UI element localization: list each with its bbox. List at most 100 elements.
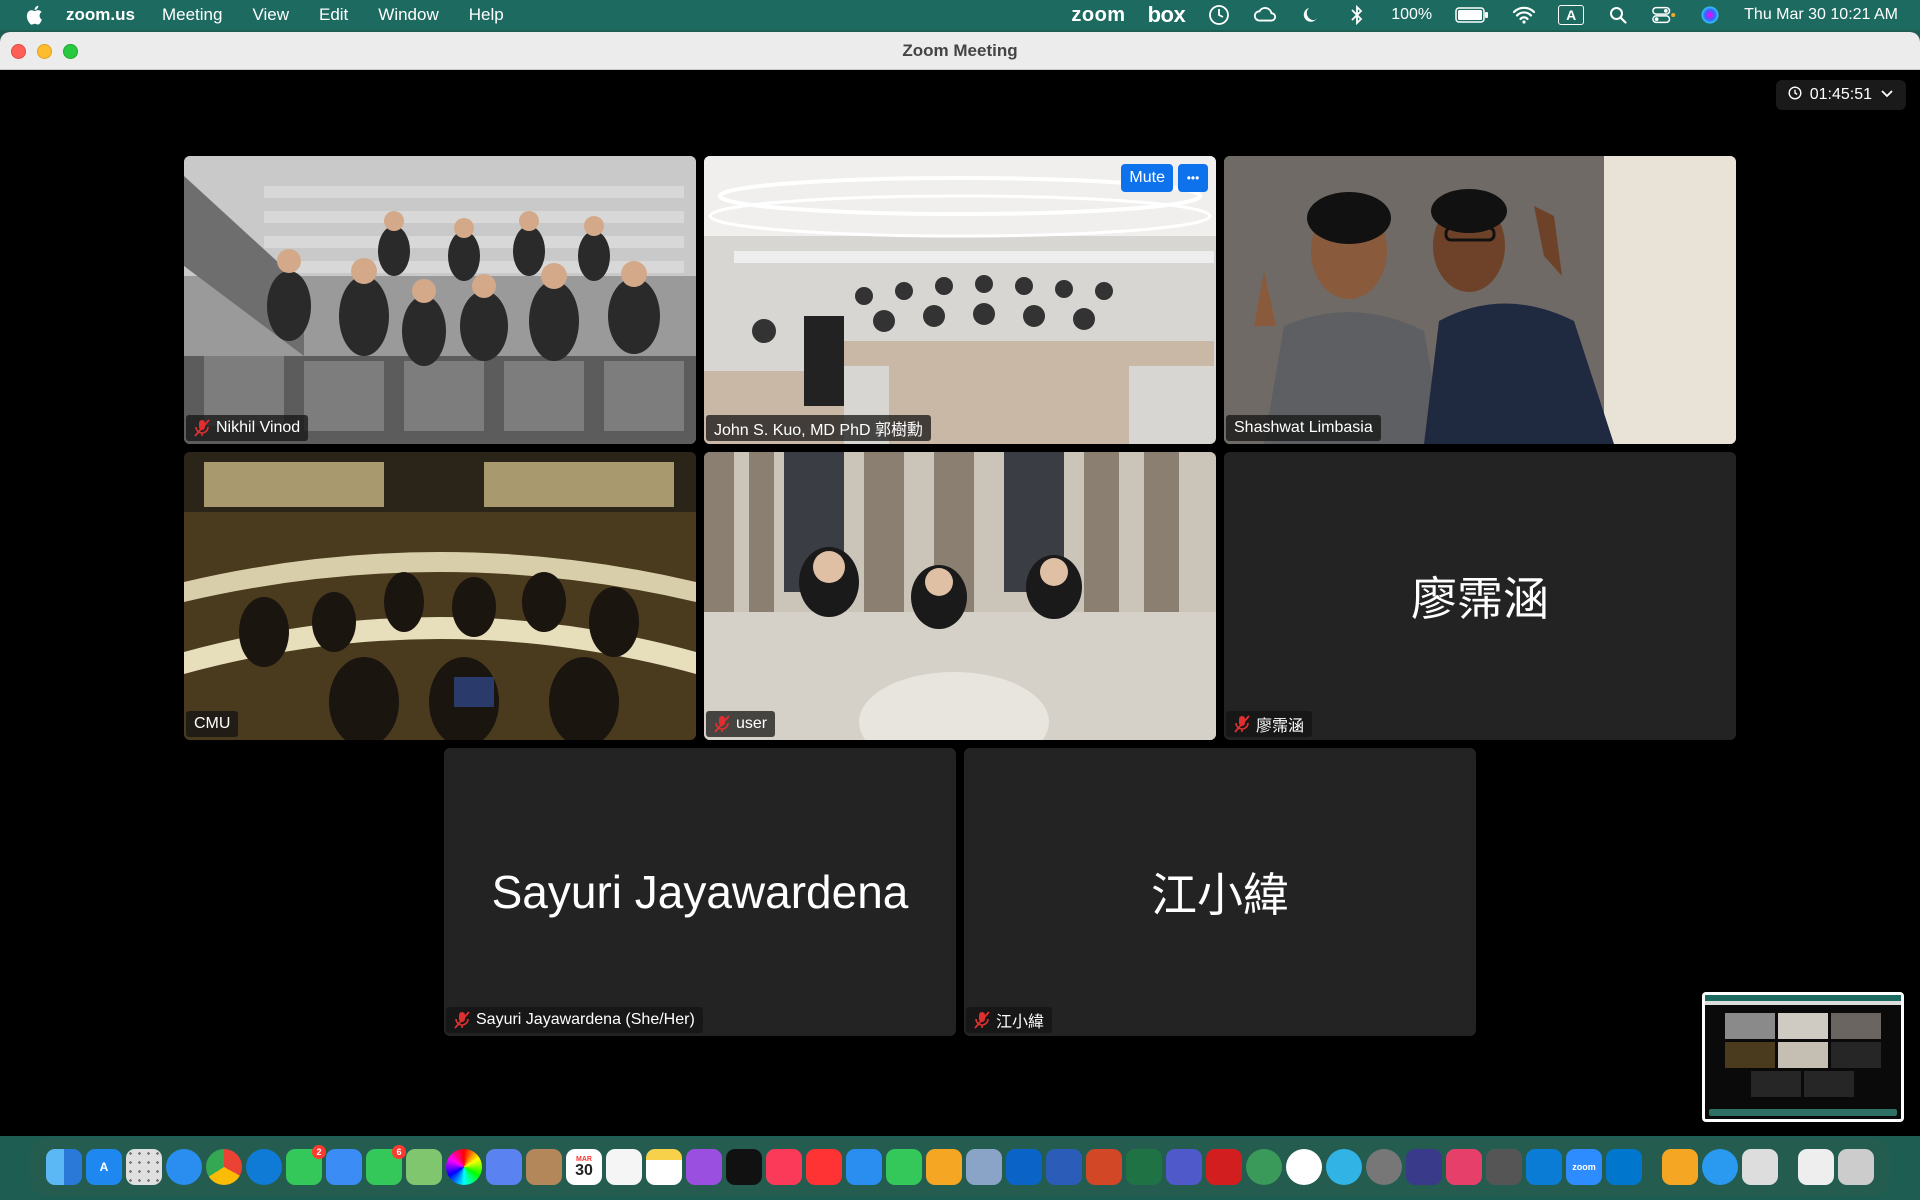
participant-display-name: Sayuri Jayawardena xyxy=(491,866,909,918)
menubar-datetime[interactable]: Thu Mar 30 10:21 AM xyxy=(1744,6,1898,24)
participant-display-name: 廖霈涵 xyxy=(1411,573,1549,625)
participant-name: Sayuri Jayawardena (She/Her) xyxy=(476,1011,695,1028)
messages-icon[interactable]: 6 xyxy=(366,1145,406,1185)
textedit-icon[interactable] xyxy=(1742,1149,1778,1185)
maps-icon[interactable] xyxy=(406,1149,442,1185)
participant-tile-jiang-xiaowei[interactable]: 江小緯 江小緯 xyxy=(964,748,1476,1036)
participant-name: John S. Kuo, MD PhD 郭樹勳 xyxy=(714,422,923,439)
chevron-down-icon[interactable] xyxy=(1880,86,1894,104)
numbers-icon[interactable] xyxy=(886,1149,922,1185)
image-capture-icon[interactable] xyxy=(486,1149,522,1185)
window-close-button[interactable] xyxy=(11,44,26,59)
calculator-icon[interactable] xyxy=(1486,1149,1522,1185)
music-icon[interactable] xyxy=(766,1149,802,1185)
siri-icon[interactable] xyxy=(1698,4,1722,26)
meeting-timer[interactable]: 01:45:51 xyxy=(1775,80,1906,110)
facetime-icon[interactable]: 2 xyxy=(286,1145,326,1185)
quicktime-icon[interactable] xyxy=(1702,1149,1738,1185)
system-settings-icon[interactable] xyxy=(1366,1149,1402,1185)
edge-icon[interactable] xyxy=(246,1149,282,1185)
photos-icon[interactable] xyxy=(446,1149,482,1185)
launchpad-icon[interactable] xyxy=(126,1149,162,1185)
battery-icon[interactable] xyxy=(1454,4,1490,26)
participant-name: CMU xyxy=(194,715,231,732)
participant-name: user xyxy=(736,715,768,732)
participant-name: 廖霈涵 xyxy=(1256,718,1305,735)
pages-icon[interactable] xyxy=(926,1149,962,1185)
input-source-indicator[interactable]: A xyxy=(1558,5,1585,25)
macos-menu-bar: zoom.us Meeting View Edit Window Help zo… xyxy=(0,0,1920,30)
safari-icon[interactable] xyxy=(166,1149,202,1185)
screenshot-thumbnail-preview[interactable] xyxy=(1702,992,1904,1122)
proxy-app-icon[interactable] xyxy=(1326,1149,1362,1185)
globe-app-icon[interactable] xyxy=(1246,1149,1282,1185)
participant-tile-nikhil-vinod[interactable]: Nikhil Vinod xyxy=(184,156,696,444)
shortcuts-icon[interactable] xyxy=(1406,1149,1442,1185)
menu-view[interactable]: View xyxy=(252,5,289,25)
menu-meeting[interactable]: Meeting xyxy=(162,5,222,25)
participant-video xyxy=(184,156,696,444)
muted-mic-icon xyxy=(974,1011,990,1029)
keynote-icon[interactable] xyxy=(846,1149,882,1185)
contacts-icon[interactable] xyxy=(526,1149,562,1185)
preview-icon[interactable] xyxy=(966,1149,1002,1185)
teams-icon[interactable] xyxy=(1166,1149,1202,1185)
downloads-stack-icon[interactable] xyxy=(1798,1149,1834,1185)
window-maximize-button[interactable] xyxy=(63,44,78,59)
participant-video xyxy=(704,452,1216,740)
creative-cloud-app-icon[interactable] xyxy=(1446,1149,1482,1185)
trash-icon[interactable] xyxy=(1838,1149,1874,1185)
participant-more-options-button[interactable]: ••• xyxy=(1178,164,1208,192)
participant-tile-cmu[interactable]: CMU xyxy=(184,452,696,740)
zoom-app-icon[interactable]: zoom xyxy=(1566,1149,1602,1185)
spotlight-search-icon[interactable] xyxy=(1606,4,1630,26)
participant-name-label: Shashwat Limbasia xyxy=(1226,415,1381,441)
calendar-icon[interactable]: MAR 30 xyxy=(566,1149,602,1185)
window-minimize-button[interactable] xyxy=(37,44,52,59)
podcasts-icon[interactable] xyxy=(686,1149,722,1185)
books-icon[interactable] xyxy=(1662,1149,1698,1185)
window-titlebar[interactable]: Zoom Meeting xyxy=(0,32,1920,70)
macos-dock: A 2 6 MAR 30 zoom xyxy=(30,1138,1890,1196)
excel-icon[interactable] xyxy=(1126,1149,1162,1185)
news-icon[interactable] xyxy=(806,1149,842,1185)
box-status-item[interactable]: box xyxy=(1148,2,1186,28)
apple-tv-icon[interactable] xyxy=(726,1149,762,1185)
participant-name-label: user xyxy=(706,711,776,737)
menu-app-name[interactable]: zoom.us xyxy=(66,5,135,25)
mail-icon[interactable] xyxy=(326,1149,362,1185)
window-title: Zoom Meeting xyxy=(902,40,1018,60)
wifi-icon[interactable] xyxy=(1512,4,1536,26)
menu-help[interactable]: Help xyxy=(469,5,504,25)
finder-icon[interactable] xyxy=(46,1149,82,1185)
zoom-meeting-window: Zoom Meeting 01:45:51 Nikhil Vinod Mute … xyxy=(0,32,1920,1136)
apple-icon[interactable] xyxy=(24,5,44,25)
powerpoint-icon[interactable] xyxy=(1086,1149,1122,1185)
clock-app-icon[interactable] xyxy=(1286,1149,1322,1185)
menu-window[interactable]: Window xyxy=(378,5,438,25)
outlook-icon[interactable] xyxy=(1006,1149,1042,1185)
participant-tile-sayuri-jayawardena[interactable]: Sayuri Jayawardena Sayuri Jayawardena (S… xyxy=(444,748,956,1036)
creative-cloud-icon[interactable] xyxy=(1253,4,1277,26)
control-center-icon[interactable] xyxy=(1652,4,1676,26)
participant-name-label: 廖霈涵 xyxy=(1226,711,1313,737)
participant-tile-shashwat-limbasia[interactable]: Shashwat Limbasia xyxy=(1224,156,1736,444)
webex-icon[interactable] xyxy=(1606,1149,1642,1185)
participant-mute-button[interactable]: Mute xyxy=(1121,164,1173,192)
zoom-status-item[interactable]: zoom xyxy=(1071,4,1125,27)
menu-edit[interactable]: Edit xyxy=(319,5,348,25)
participant-tile-user[interactable]: user xyxy=(704,452,1216,740)
muted-mic-icon xyxy=(1234,715,1250,733)
focus-moon-icon[interactable] xyxy=(1299,4,1323,26)
word-icon[interactable] xyxy=(1046,1149,1082,1185)
bluetooth-icon[interactable] xyxy=(1345,4,1369,26)
participant-tile-john-kuo[interactable]: Mute ••• John S. Kuo, MD PhD 郭樹勳 xyxy=(704,156,1216,444)
chrome-icon[interactable] xyxy=(206,1149,242,1185)
app-store-icon[interactable]: A xyxy=(86,1149,122,1185)
clock-icon[interactable] xyxy=(1207,4,1231,26)
reminders-icon[interactable] xyxy=(606,1149,642,1185)
notes-icon[interactable] xyxy=(646,1149,682,1185)
participant-tile-liao-peihan[interactable]: 廖霈涵 廖霈涵 xyxy=(1224,452,1736,740)
acrobat-icon[interactable] xyxy=(1206,1149,1242,1185)
freeform-icon[interactable] xyxy=(1526,1149,1562,1185)
